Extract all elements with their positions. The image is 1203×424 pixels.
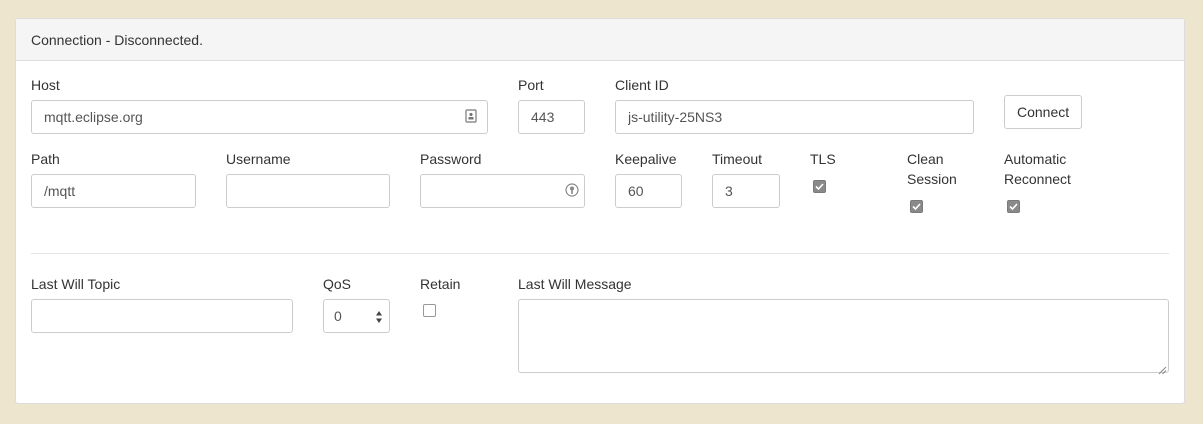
qos-selected-value: 0 [334, 308, 342, 324]
path-input[interactable] [31, 174, 196, 208]
username-input[interactable] [226, 174, 390, 208]
retain-label: Retain [420, 276, 461, 292]
connect-button[interactable]: Connect [1004, 95, 1082, 129]
host-input[interactable] [31, 100, 488, 134]
client-id-input[interactable] [615, 100, 974, 134]
connection-panel: Connection - Disconnected. Host Port Cli… [15, 18, 1185, 404]
port-input[interactable] [518, 100, 585, 134]
client-id-label: Client ID [615, 77, 669, 93]
timeout-input[interactable] [712, 174, 780, 208]
username-label: Username [226, 151, 291, 167]
auto-reconnect-label-line1: Automatic [1004, 151, 1067, 167]
timeout-label: Timeout [712, 151, 763, 167]
last-will-topic-label: Last Will Topic [31, 276, 121, 292]
last-will-message-textarea[interactable] [518, 299, 1169, 373]
auto-reconnect-checkbox[interactable] [1007, 200, 1020, 213]
host-label: Host [31, 77, 60, 93]
clean-session-label-line2: Session [907, 171, 957, 187]
clean-session-label-line1: Clean [907, 151, 944, 167]
keepalive-label: Keepalive [615, 151, 677, 167]
tls-label: TLS [810, 151, 836, 167]
tls-checkbox[interactable] [813, 180, 826, 193]
retain-checkbox[interactable] [423, 304, 436, 317]
host-field-wrap [31, 100, 488, 134]
clean-session-checkbox[interactable] [910, 200, 923, 213]
qos-label: QoS [323, 276, 352, 292]
last-will-message-label: Last Will Message [518, 276, 632, 292]
panel-heading: Connection - Disconnected. [16, 19, 1184, 61]
last-will-message-wrap [518, 299, 1169, 375]
port-label: Port [518, 77, 544, 93]
resize-grip-icon[interactable] [1158, 362, 1167, 375]
password-label: Password [420, 151, 482, 167]
section-divider [31, 253, 1169, 254]
last-will-topic-input[interactable] [31, 299, 293, 333]
keepalive-input[interactable] [615, 174, 682, 208]
qos-select[interactable]: 0 [323, 299, 390, 333]
password-input[interactable] [420, 174, 585, 208]
password-field-wrap [420, 174, 585, 208]
up-down-arrows-icon [375, 309, 383, 323]
contact-card-icon [464, 109, 478, 123]
path-label: Path [31, 151, 60, 167]
auto-reconnect-label-line2: Reconnect [1004, 171, 1071, 187]
key-icon [565, 183, 579, 197]
